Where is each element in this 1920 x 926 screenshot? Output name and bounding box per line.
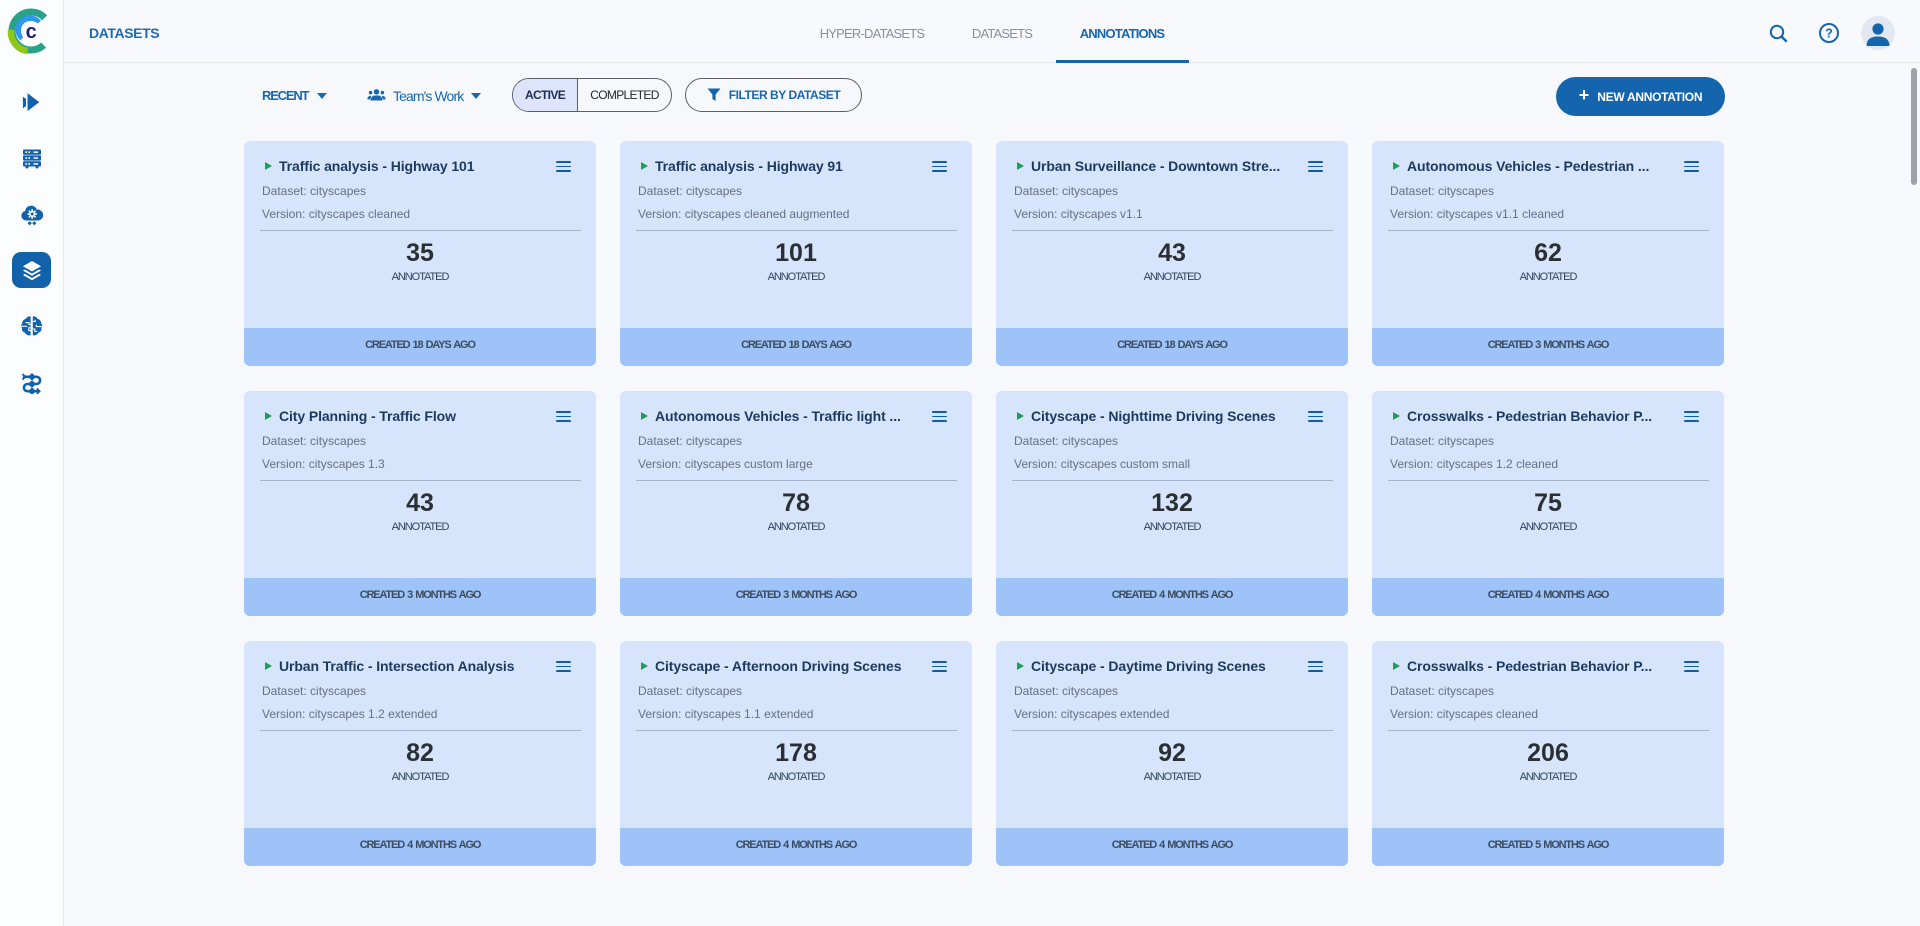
svg-text:?: ? [1825,26,1833,40]
svg-text:c: c [26,21,37,43]
